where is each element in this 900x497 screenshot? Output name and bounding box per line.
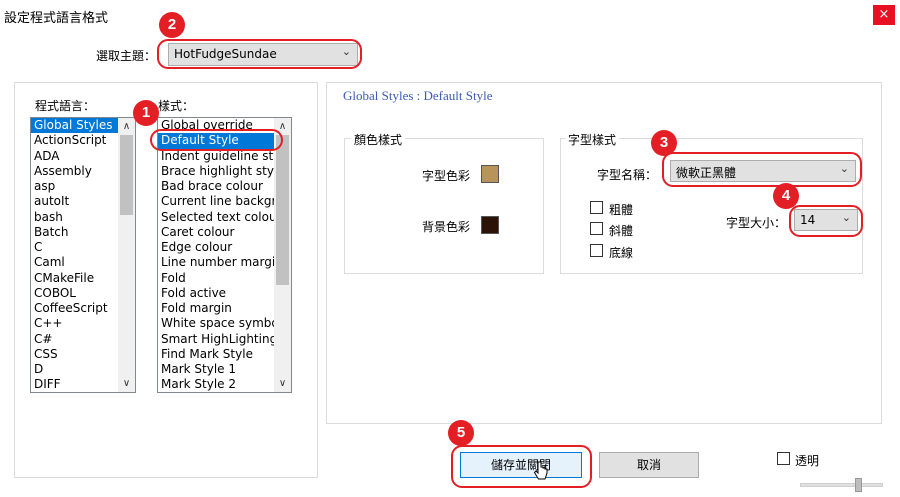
- font-size-value: 14: [800, 213, 816, 227]
- cancel-button[interactable]: 取消: [599, 452, 699, 478]
- font-style-title: 字型樣式: [565, 131, 620, 148]
- step-badge-3: 3: [651, 130, 677, 156]
- background-color-label: 背景色彩: [422, 220, 471, 234]
- style-item[interactable]: Default Style: [158, 133, 275, 149]
- italic-label: 斜體: [609, 224, 634, 238]
- bold-label: 粗體: [609, 203, 634, 217]
- italic-checkbox[interactable]: [590, 222, 603, 235]
- foreground-color-label: 字型色彩: [422, 169, 471, 183]
- theme-select[interactable]: HotFudgeSundae ⌄: [168, 43, 358, 66]
- language-list-label: 程式語言：: [35, 99, 96, 113]
- style-item[interactable]: Current line background: [158, 194, 275, 209]
- style-item[interactable]: Indent guideline style: [158, 149, 275, 164]
- style-list-scrollbar[interactable]: ∧ ∨: [274, 118, 291, 392]
- style-item[interactable]: Global override: [158, 118, 275, 133]
- style-list[interactable]: Global override Default Style Indent gui…: [157, 117, 292, 393]
- language-item[interactable]: Assembly: [31, 164, 119, 179]
- language-item[interactable]: Global Styles: [31, 118, 119, 134]
- font-name-select[interactable]: 微軟正黑體 ⌄: [670, 160, 856, 182]
- font-name-value: 微軟正黑體: [676, 166, 737, 180]
- language-item[interactable]: COBOL: [31, 286, 119, 301]
- scroll-down-icon[interactable]: ∨: [274, 375, 291, 392]
- transparency-slider-thumb[interactable]: [855, 478, 862, 492]
- font-name-label: 字型名稱：: [597, 168, 658, 182]
- language-item[interactable]: asp: [31, 179, 119, 194]
- scrollbar-thumb[interactable]: [276, 135, 289, 285]
- theme-select-value: HotFudgeSundae: [174, 47, 277, 61]
- close-icon: ×: [878, 7, 890, 22]
- style-item[interactable]: Find Mark Style: [158, 347, 275, 362]
- scroll-up-icon[interactable]: ∧: [118, 118, 135, 135]
- style-detail-heading: Global Styles : Default Style: [343, 88, 493, 103]
- language-list-scrollbar[interactable]: ∧ ∨: [118, 118, 135, 392]
- style-list-label: 樣式：: [158, 99, 195, 113]
- background-color-swatch[interactable]: [481, 216, 499, 234]
- step-badge-4: 4: [773, 183, 799, 209]
- foreground-color-swatch[interactable]: [481, 165, 499, 183]
- font-style-group: [560, 138, 863, 274]
- language-item[interactable]: ADA: [31, 149, 119, 164]
- font-size-label: 字型大小：: [726, 216, 787, 230]
- font-size-select[interactable]: 14 ⌄: [794, 209, 858, 231]
- style-item[interactable]: Fold active: [158, 286, 275, 301]
- style-item[interactable]: Brace highlight style: [158, 164, 275, 179]
- chevron-down-icon: ⌄: [839, 162, 849, 175]
- style-item[interactable]: Mark Style 1: [158, 362, 275, 377]
- language-item[interactable]: CMakeFile: [31, 271, 119, 286]
- language-list[interactable]: Global Styles ActionScript ADA Assembly …: [30, 117, 136, 393]
- transparency-checkbox[interactable]: [777, 452, 790, 465]
- close-button[interactable]: ×: [873, 5, 895, 25]
- save-and-close-button[interactable]: 儲存並關閉: [460, 452, 582, 478]
- transparency-slider-track[interactable]: [800, 483, 883, 487]
- transparency-label: 透明: [795, 454, 820, 468]
- step-badge-5: 5: [448, 420, 474, 446]
- style-item[interactable]: Fold: [158, 271, 275, 286]
- chevron-down-icon: ⌄: [341, 45, 351, 58]
- window-title: 設定程式語言格式: [4, 11, 109, 26]
- underline-label: 底線: [609, 246, 634, 260]
- scrollbar-thumb[interactable]: [120, 135, 133, 215]
- language-item[interactable]: bash: [31, 210, 119, 225]
- language-item[interactable]: C++: [31, 316, 119, 331]
- language-item[interactable]: ActionScript: [31, 133, 119, 148]
- hand-cursor-icon: [533, 461, 548, 480]
- style-item[interactable]: Caret colour: [158, 225, 275, 240]
- style-item[interactable]: Fold margin: [158, 301, 275, 316]
- style-item[interactable]: Mark Style 2: [158, 377, 275, 392]
- style-item[interactable]: Smart HighLighting: [158, 332, 275, 347]
- language-item[interactable]: Caml: [31, 255, 119, 270]
- language-item[interactable]: CSS: [31, 347, 119, 362]
- language-item[interactable]: D: [31, 362, 119, 377]
- chevron-down-icon: ⌄: [841, 211, 851, 224]
- style-item[interactable]: Bad brace colour: [158, 179, 275, 194]
- step-badge-2: 2: [159, 12, 185, 38]
- style-item[interactable]: Edge colour: [158, 240, 275, 255]
- style-item[interactable]: Line number margin: [158, 255, 275, 270]
- bold-checkbox[interactable]: [590, 201, 603, 214]
- style-item[interactable]: White space symbol: [158, 316, 275, 331]
- scroll-up-icon[interactable]: ∧: [274, 118, 291, 135]
- language-item[interactable]: DIFF: [31, 377, 119, 392]
- color-style-group: [344, 138, 544, 274]
- language-item[interactable]: autoIt: [31, 194, 119, 209]
- scroll-down-icon[interactable]: ∨: [118, 375, 135, 392]
- language-item[interactable]: Batch: [31, 225, 119, 240]
- style-item[interactable]: Selected text colour: [158, 210, 275, 225]
- title-bar: 設定程式語言格式 ×: [0, 0, 900, 30]
- color-style-title: 顏色樣式: [351, 131, 406, 148]
- step-badge-1: 1: [133, 100, 159, 126]
- theme-label: 選取主題：: [96, 49, 157, 63]
- language-item[interactable]: CoffeeScript: [31, 301, 119, 316]
- language-item[interactable]: C#: [31, 332, 119, 347]
- underline-checkbox[interactable]: [590, 244, 603, 257]
- language-item[interactable]: C: [31, 240, 119, 255]
